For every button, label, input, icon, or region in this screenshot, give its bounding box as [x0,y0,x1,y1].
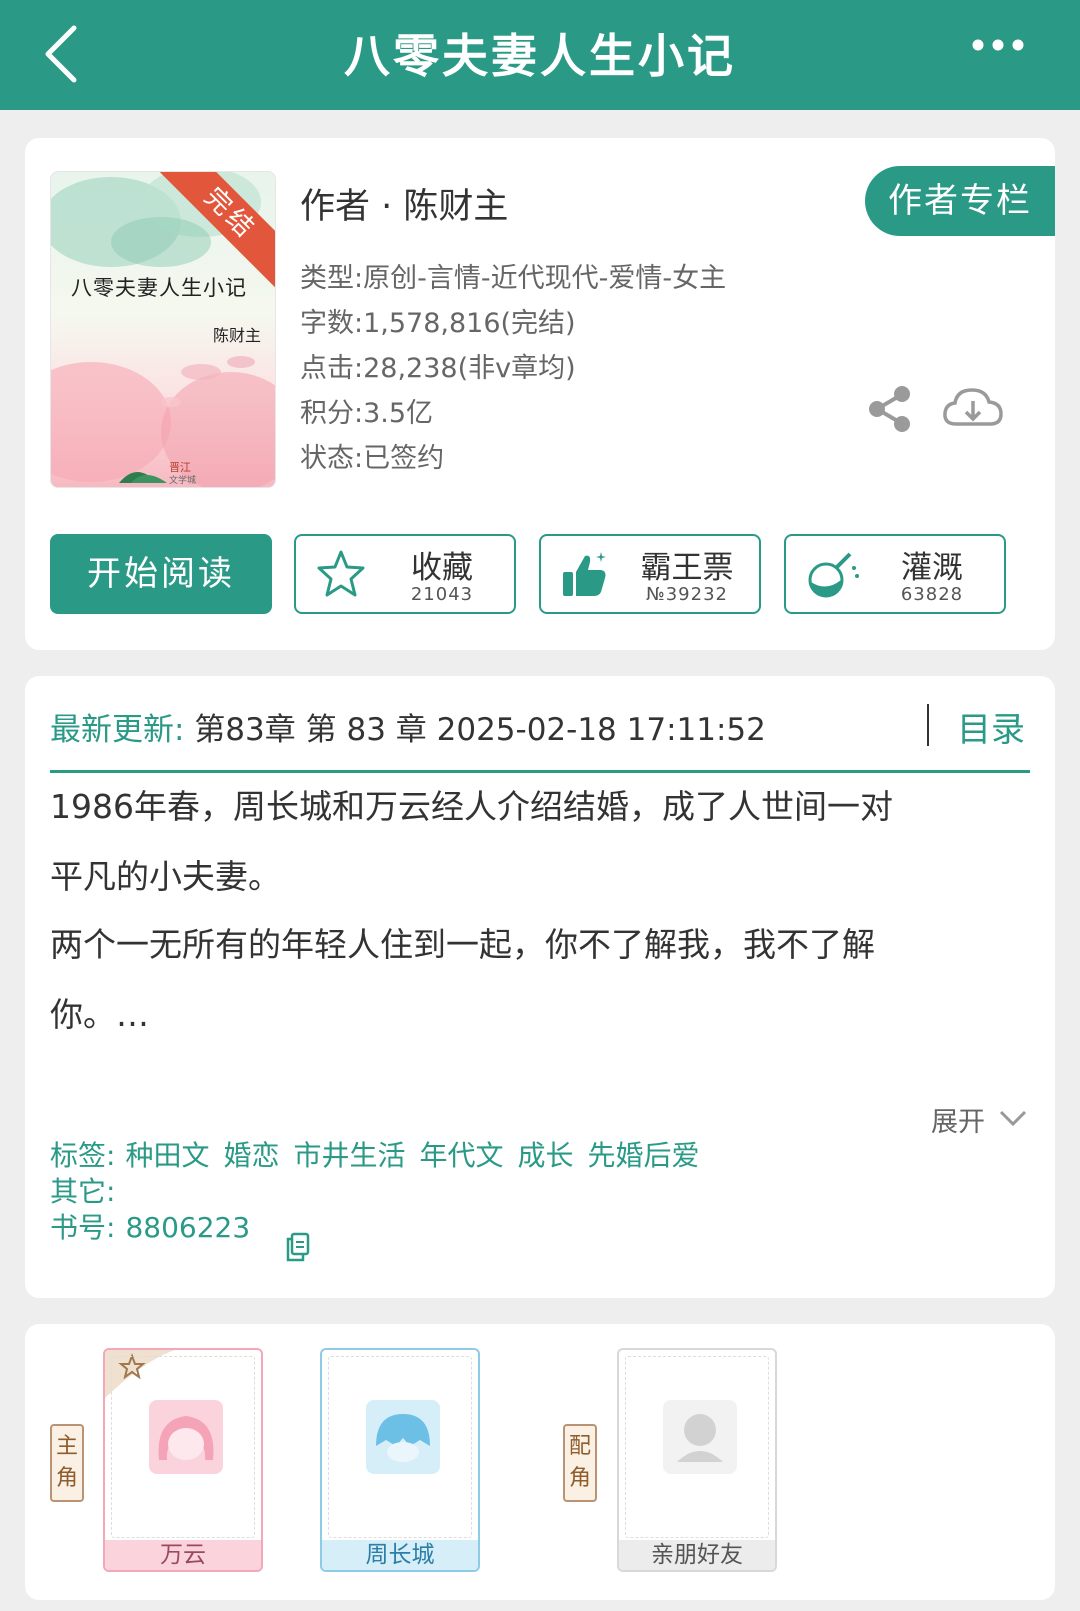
support-role-label: 配角 [563,1424,597,1502]
author-column-button[interactable]: 作者专栏 [865,166,1055,236]
tag-item[interactable]: 种田文 [125,1139,209,1172]
top-bar: 八零夫妻人生小记 [0,0,1080,110]
latest-update-prefix: 最新更新: [50,712,185,748]
meta-points: 积分:3.5亿 [300,398,434,429]
favorite-button[interactable]: 收藏 21043 [294,534,516,614]
catalog-link[interactable]: 目录 [957,702,1025,751]
meta-type: 类型:原创-言情-近代现代-爱情-女主 [300,263,727,294]
star-icon [317,550,365,597]
character-card[interactable]: 万云 [103,1348,263,1572]
book-detail-card: 最新更新: 第83章 第 83 章 2025-02-18 17:11:52 目录… [25,676,1055,1298]
book-id-label: 书号: [50,1211,116,1244]
male-avatar-icon [366,1400,440,1474]
tag-item[interactable]: 市井生活 [293,1139,405,1172]
vote-label: 霸王票 [640,550,734,586]
irrigate-label: 灌溉 [901,550,963,586]
meta-status: 状态:已签约 [300,443,445,474]
character-name: 周长城 [322,1540,478,1570]
svg-text:文学城: 文学城 [169,474,196,485]
character-name: 亲朋好友 [619,1540,775,1570]
divider [927,704,929,746]
cover-title: 八零夫妻人生小记 [71,276,247,300]
other-label: 其它: [50,1175,116,1208]
book-id-row: 书号: 8806223 [50,1206,264,1246]
intro-line: 平凡的小夫妻。 [50,857,281,896]
female-avatar-icon [149,1400,223,1474]
tag-item[interactable]: 先婚后爱 [588,1139,700,1172]
publisher-logo-icon: 晋江 文学城 [119,461,196,485]
character-card[interactable]: 亲朋好友 [617,1348,777,1572]
main-role-label: 主角 [50,1424,84,1502]
character-card[interactable]: 周长城 [320,1348,480,1572]
default-avatar-icon [663,1400,737,1474]
author-name[interactable]: 作者 · 陈财主 [300,178,508,229]
nutrient-bottle-icon [808,552,859,598]
vote-button[interactable]: 霸王票 №39232 [539,534,761,614]
latest-update[interactable]: 最新更新: 第83章 第 83 章 2025-02-18 17:11:52 [50,704,766,749]
copy-icon[interactable] [285,1232,311,1262]
svg-text:晋江: 晋江 [169,461,191,474]
book-id-value: 8806223 [125,1211,251,1244]
vote-rank: №39232 [646,584,728,605]
share-icon[interactable] [865,384,915,434]
cover-author: 陈财主 [212,326,261,345]
tags-row: 标签: 种田文 婚恋 市井生活 年代文 成长 先婚后爱 [50,1134,714,1174]
intro-line: 1986年春，周长城和万云经人介绍结婚，成了人世间一对 [50,787,893,826]
chevron-down-icon[interactable] [999,1108,1027,1128]
book-info-card: 完结 八零夫妻人生小记 陈财主 晋江 文学城 作者 · 陈财主 作者专栏 类型:… [25,138,1055,650]
characters-card: 主角 万云 周长城 配角 亲朋好友 [25,1324,1055,1600]
irrigate-count: 63828 [900,584,964,605]
more-icon[interactable] [968,30,1028,60]
tag-item[interactable]: 年代文 [419,1139,503,1172]
intro-line: 两个一无所有的年轻人住到一起，你不了解我，我不了解 [50,925,875,964]
favorite-count: 21043 [410,584,474,605]
book-cover[interactable]: 完结 八零夫妻人生小记 陈财主 晋江 文学城 [50,171,276,488]
start-reading-button[interactable]: 开始阅读 [50,534,272,614]
thumbs-up-icon [563,552,606,596]
latest-update-text: 第83章 第 83 章 2025-02-18 17:11:52 [194,712,766,748]
favorite-label: 收藏 [411,550,473,586]
page-title: 八零夫妻人生小记 [344,29,736,83]
expand-button[interactable]: 展开 [931,1100,985,1139]
irrigate-button[interactable]: 灌溉 63828 [784,534,1006,614]
download-cloud-icon[interactable] [942,384,1004,434]
tag-item[interactable]: 婚恋 [223,1139,279,1172]
meta-word-count: 字数:1,578,816(完结) [300,308,576,339]
tag-item[interactable]: 成长 [518,1139,574,1172]
tags-label: 标签: [50,1139,116,1172]
meta-clicks: 点击:28,238(非v章均) [300,353,576,384]
intro-line: 你。… [50,995,149,1034]
character-name: 万云 [105,1540,261,1570]
